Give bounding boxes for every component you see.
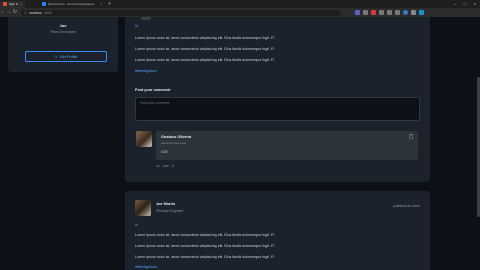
edit-profile-label: Edit Profile	[59, 54, 78, 59]
post-tag: hi	[135, 24, 138, 28]
avatar	[135, 200, 151, 216]
tab-label: Sign in	[9, 2, 19, 6]
extension-icon[interactable]	[379, 10, 384, 15]
comment-time: seconds hours ago	[161, 141, 187, 145]
post-body-line: Lorem ipsum dolor sit, amet consectetur …	[135, 36, 275, 40]
post-hashtag-link[interactable]: #fiber#golium	[135, 265, 157, 269]
new-tab-icon[interactable]: +	[108, 1, 111, 8]
comment-section-title: Post your comment	[135, 88, 171, 92]
post-body-line: Lorem ipsum dolor sit, amet consectetur …	[135, 58, 275, 62]
tab-sign-in[interactable]: Sign in ×	[0, 0, 25, 8]
tab-label: DevConnect - Connect Developers	[47, 2, 95, 6]
post-card: Joe Morris Principal Engineer published …	[125, 191, 430, 270]
page-scrollbar[interactable]	[476, 17, 480, 270]
post-time: published an hours	[393, 204, 420, 208]
reload-icon[interactable]: ↻	[12, 8, 18, 17]
tab-favicon-icon	[3, 2, 7, 6]
extension-icon[interactable]	[363, 10, 368, 15]
comment-item: Gustavo Oliveira seconds hours ago GO!!	[156, 131, 418, 160]
window-controls: – □ ×	[450, 0, 480, 8]
post-author-role: Principal Engineer	[156, 209, 184, 213]
thumbs-up-icon: 👍︎	[156, 164, 160, 168]
profile-card: Joe Fiber Developer ✎ Edit Profile	[8, 17, 118, 72]
edit-profile-button[interactable]: ✎ Edit Profile	[25, 51, 107, 62]
avatar	[136, 131, 152, 147]
like-label: Like	[162, 164, 169, 168]
profile-role: Fiber Developer	[50, 30, 76, 34]
like-button[interactable]: 👍︎ Like 0	[156, 164, 174, 168]
post-body-line: Lorem ipsum dolor sit, amet consectetur …	[135, 255, 275, 259]
url-port: :3000	[43, 10, 52, 15]
profile-avatar-icon[interactable]	[403, 10, 408, 15]
comment-text: GO!!	[161, 150, 169, 154]
extensions-bar	[355, 10, 424, 15]
menu-icon[interactable]	[411, 10, 416, 15]
like-count: 0	[171, 164, 174, 168]
avatar	[141, 17, 151, 20]
extension-icon[interactable]	[355, 10, 360, 15]
info-icon: ⓘ	[24, 11, 28, 15]
post-author[interactable]: Joe Morris	[156, 202, 175, 206]
favorites-icon[interactable]	[387, 10, 392, 15]
collections-icon[interactable]	[395, 10, 400, 15]
address-bar[interactable]: ⓘ localhost:3000	[21, 9, 341, 16]
trash-icon[interactable]	[409, 134, 413, 139]
bing-icon[interactable]	[419, 10, 424, 15]
post-card: hi Lorem ipsum dolor sit, amet consectet…	[125, 17, 430, 182]
close-tab-icon[interactable]: ×	[20, 2, 22, 6]
close-window-icon[interactable]: ×	[470, 0, 480, 8]
minimize-icon[interactable]: –	[450, 0, 460, 8]
post-body-line: Lorem ipsum dolor sit, amet consectetur …	[135, 47, 275, 51]
browser-toolbar: ← → ↻ ⓘ localhost:3000	[0, 8, 480, 17]
comment-input[interactable]: Post your comment	[135, 97, 420, 121]
url-host: localhost	[29, 10, 42, 15]
pencil-icon: ✎	[54, 54, 58, 59]
post-hashtag-link[interactable]: #fiber#golium	[135, 69, 157, 73]
post-body-line: Lorem ipsum dolor sit, amet consectetur …	[135, 244, 275, 248]
post-tag: hi	[135, 223, 138, 227]
tab-devconnect[interactable]: DevConnect - Connect Developers ×	[39, 1, 105, 8]
maximize-icon[interactable]: □	[460, 0, 470, 8]
post-body-line: Lorem ipsum dolor sit, amet consectetur …	[135, 233, 275, 237]
browser-tab-bar: Sign in × DevConnect - Connect Developer…	[0, 0, 480, 8]
close-tab-icon[interactable]: ×	[100, 2, 102, 6]
comment-author[interactable]: Gustavo Oliveira	[161, 135, 191, 139]
tab-favicon-icon	[41, 2, 46, 6]
profile-name: Joe	[59, 23, 67, 28]
scrollbar-thumb[interactable]	[476, 77, 480, 217]
extension-icon[interactable]	[371, 10, 376, 15]
